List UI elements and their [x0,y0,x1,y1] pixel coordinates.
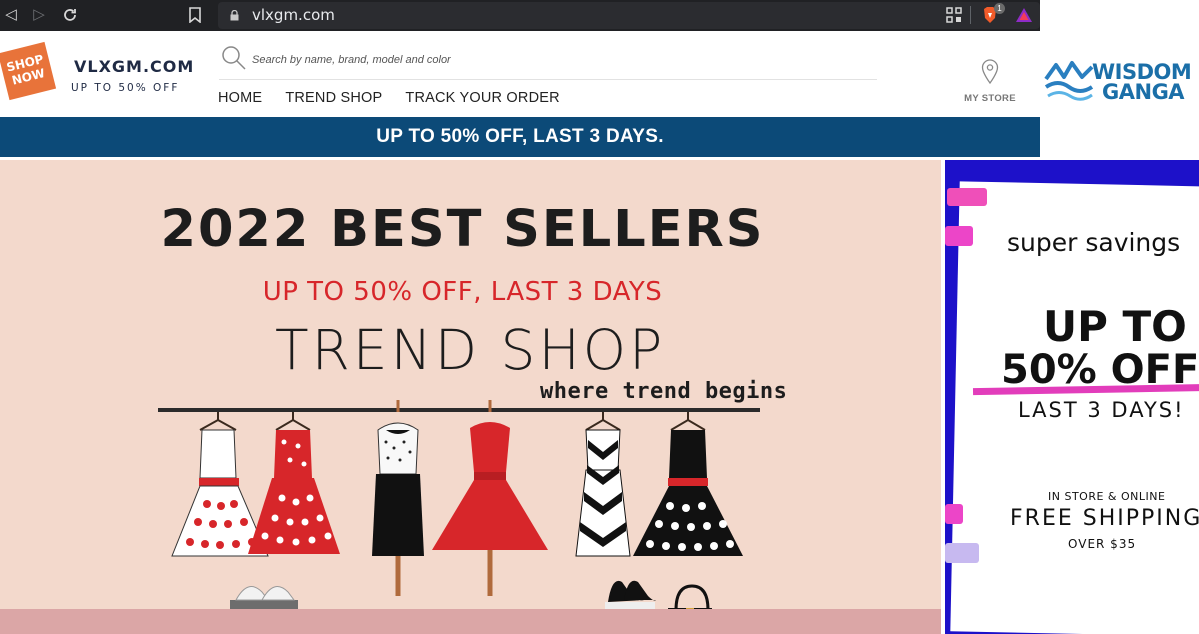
mannequin-red-dress-icon [432,400,548,624]
promo-banner[interactable]: UP TO 50% OFF, LAST 3 DAYS. [0,117,1040,157]
shield-badge: 1 [994,3,1005,14]
my-store-label: MY STORE [964,93,1016,104]
wisdom-ganga-watermark: WISDOM GANGA [1040,31,1199,157]
site-header: SHOP NOW VLXGM.COM UP TO 50% OFF HOME TR… [0,31,1040,117]
ad-tab [947,188,987,206]
watermark-line2: GANGA [1102,80,1185,104]
wave-logo-icon [1044,61,1094,101]
floor [0,609,941,634]
main-nav: HOME TREND SHOP TRACK YOUR ORDER [218,90,583,106]
bookmark-icon[interactable] [184,4,206,26]
hero-banner[interactable]: 2022 BEST SELLERS UP TO 50% OFF, LAST 3 … [0,160,941,634]
shop-now-logo[interactable]: SHOP NOW [0,41,57,101]
nav-home[interactable]: HOME [218,90,262,106]
nav-track-order[interactable]: TRACK YOUR ORDER [405,90,559,106]
site-logo-subtitle: UP TO 50% OFF [71,82,180,94]
search-icon[interactable] [221,45,247,71]
location-pin-icon [981,59,999,85]
url-text[interactable]: vlxgm.com [252,6,335,24]
ad-last-days: LAST 3 DAYS! [1018,398,1185,422]
address-bar[interactable]: vlxgm.com [218,2,1040,29]
red-polka-dress-icon [248,430,340,554]
browser-toolbar: ◁ ▷ vlxgm.com 1 [0,0,1040,31]
search-underline [219,79,877,80]
ad-over-amount: OVER $35 [1068,537,1137,551]
lock-icon[interactable] [230,10,239,21]
side-ad-banner[interactable]: super savings UP TO 50% OFF LAST 3 DAYS!… [945,160,1199,634]
back-icon[interactable]: ◁ [0,4,22,26]
ad-free-shipping: FREE SHIPPING [1010,506,1199,531]
ad-up-to: UP TO [1043,302,1187,351]
black-polka-dress-icon [633,430,743,556]
mannequin-black-dress-icon [370,400,426,624]
site-logo-title[interactable]: VLXGM.COM [74,57,194,76]
forward-icon[interactable]: ▷ [28,4,50,26]
brave-rewards-icon[interactable] [1014,5,1034,25]
ad-tab [945,543,979,563]
my-store-button[interactable]: MY STORE [958,59,1022,104]
nav-trend-shop[interactable]: TREND SHOP [285,90,382,106]
qr-icon[interactable] [944,5,964,25]
search-input[interactable] [252,49,872,71]
ad-tab [945,504,963,524]
dress-illustration [171,400,743,634]
ad-super-savings: super savings [1007,228,1181,257]
toolbar-divider [970,6,971,24]
ad-tab [945,226,973,246]
chevron-dress-icon [575,429,631,557]
ad-in-store: IN STORE & ONLINE [1048,490,1166,503]
reload-icon[interactable] [59,4,81,26]
ad-fifty-off: 50% OFF [1001,347,1199,393]
